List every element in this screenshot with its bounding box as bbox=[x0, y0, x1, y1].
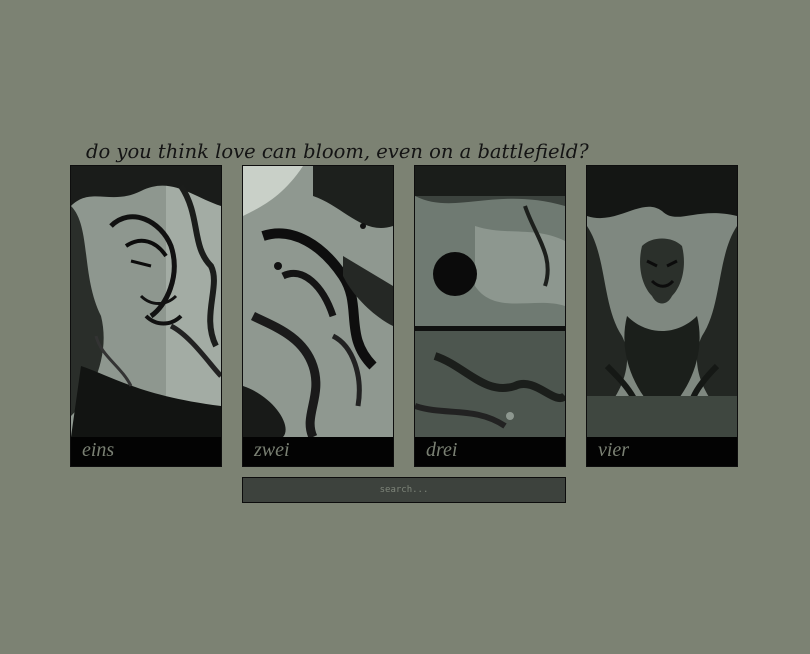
nav-panel-eins[interactable]: eins bbox=[70, 165, 222, 467]
nav-panel-zwei[interactable]: zwei bbox=[242, 165, 394, 467]
panel-label: drei bbox=[426, 439, 458, 461]
page: do you think love can bloom, even on a b… bbox=[0, 0, 810, 654]
search-input[interactable] bbox=[243, 478, 565, 502]
panel-label: zwei bbox=[254, 439, 290, 461]
ink-beast-image bbox=[587, 166, 737, 437]
ink-eclipse-image bbox=[415, 166, 565, 437]
panel-label: eins bbox=[82, 439, 115, 461]
ink-figure-image bbox=[243, 166, 393, 437]
panel-caption: vier bbox=[587, 437, 737, 466]
panel-caption: eins bbox=[71, 437, 221, 466]
search-box bbox=[242, 477, 566, 503]
panel-caption: zwei bbox=[243, 437, 393, 466]
ink-portrait-image bbox=[71, 166, 221, 437]
page-tagline: do you think love can bloom, even on a b… bbox=[86, 140, 589, 163]
nav-panel-drei[interactable]: drei bbox=[414, 165, 566, 467]
nav-panel-vier[interactable]: vier bbox=[586, 165, 738, 467]
panel-label: vier bbox=[598, 439, 630, 461]
panel-caption: drei bbox=[415, 437, 565, 466]
